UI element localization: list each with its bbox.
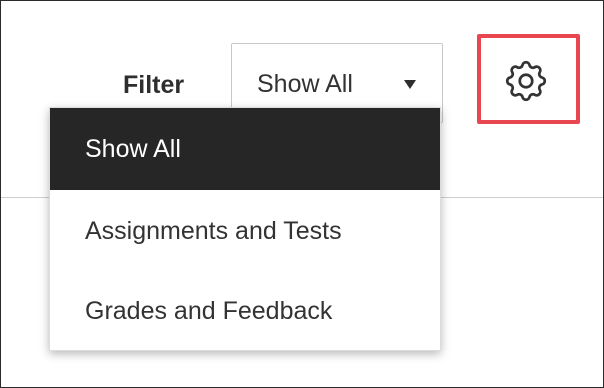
filter-dropdown-menu: Show All Assignments and Tests Grades an… bbox=[49, 107, 441, 351]
filter-label: Filter bbox=[123, 71, 185, 99]
gear-icon[interactable] bbox=[501, 56, 551, 106]
filter-select-value: Show All bbox=[257, 70, 353, 98]
menu-item-show-all[interactable]: Show All bbox=[50, 108, 440, 190]
menu-item-assignments-and-tests[interactable]: Assignments and Tests bbox=[50, 190, 440, 272]
menu-item-label: Assignments and Tests bbox=[85, 217, 342, 245]
menu-item-label: Grades and Feedback bbox=[85, 297, 333, 325]
menu-item-label: Show All bbox=[85, 135, 181, 163]
filter-panel: Filter Show All Show All Assignments and… bbox=[0, 0, 604, 388]
caret-down-icon bbox=[404, 80, 416, 89]
menu-item-grades-and-feedback[interactable]: Grades and Feedback bbox=[50, 270, 440, 352]
